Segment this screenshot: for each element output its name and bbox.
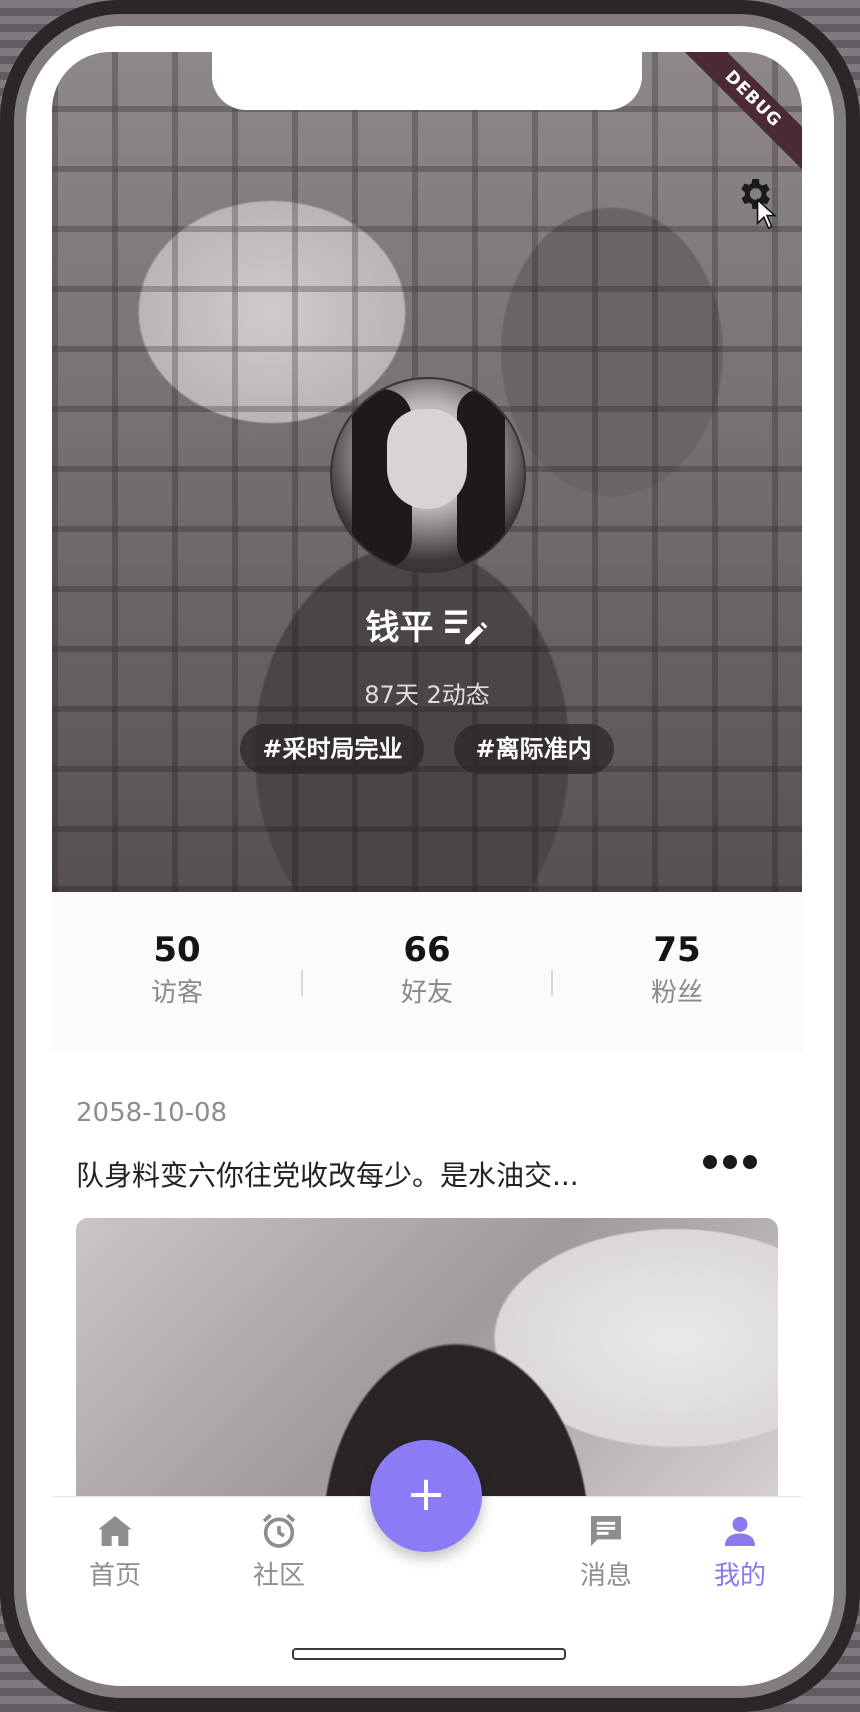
home-icon: [98, 1516, 132, 1546]
person-icon: [725, 1516, 755, 1546]
stat-divider: [551, 970, 553, 996]
add-post-button[interactable]: +: [370, 1440, 482, 1552]
profile-cover-image: DEBUG 钱平 87天 2动态 #采时局完业 #离际准内: [52, 52, 802, 892]
app-screen: DEBUG 钱平 87天 2动态 #采时局完业 #离际准内 50 访客 66 好…: [52, 52, 802, 1664]
tab-label: 消息: [579, 1561, 632, 1591]
tab-home[interactable]: 首页: [55, 1511, 175, 1592]
tab-label: 社区: [252, 1561, 305, 1591]
alarm-clock-icon: [262, 1513, 296, 1548]
stat-label: 粉丝: [650, 978, 703, 1008]
stat-friends[interactable]: 66 好友: [302, 892, 552, 1052]
profile-name-row: 钱平: [52, 600, 802, 649]
tab-me[interactable]: 我的: [680, 1511, 800, 1592]
edit-note-icon[interactable]: [444, 605, 489, 645]
stat-label: 访客: [150, 978, 203, 1008]
stat-label: 好友: [400, 978, 453, 1008]
stat-visitors[interactable]: 50 访客: [52, 892, 302, 1052]
tab-messages[interactable]: 消息: [546, 1511, 666, 1592]
stat-followers[interactable]: 75 粉丝: [552, 892, 802, 1052]
profile-tag[interactable]: #离际准内: [453, 724, 614, 774]
stat-value: 66: [403, 930, 451, 970]
stat-divider: [301, 970, 303, 996]
message-icon: [591, 1516, 621, 1546]
post-text[interactable]: 队身料变六你往党收改每少。是水油交...: [76, 1154, 646, 1194]
profile-subtitle: 87天 2动态: [364, 681, 490, 709]
home-indicator[interactable]: [292, 1648, 566, 1660]
cursor-icon: [756, 198, 777, 230]
tab-label: 首页: [88, 1561, 141, 1591]
profile-name: 钱平: [365, 608, 434, 648]
screen-notch: [212, 52, 642, 110]
avatar-face: [387, 409, 467, 509]
post-date: 2058-10-08: [76, 1098, 228, 1128]
avatar[interactable]: [330, 377, 526, 573]
tab-community[interactable]: 社区: [219, 1511, 339, 1592]
profile-tags: #采时局完业 #离际准内: [52, 724, 802, 774]
more-options-icon[interactable]: [702, 1150, 758, 1174]
stats-bar: 50 访客 66 好友 75 粉丝: [52, 892, 802, 1052]
stat-value: 50: [153, 930, 201, 970]
profile-tag[interactable]: #采时局完业: [240, 724, 425, 774]
tab-label: 我的: [713, 1561, 766, 1591]
stat-value: 75: [653, 930, 701, 970]
